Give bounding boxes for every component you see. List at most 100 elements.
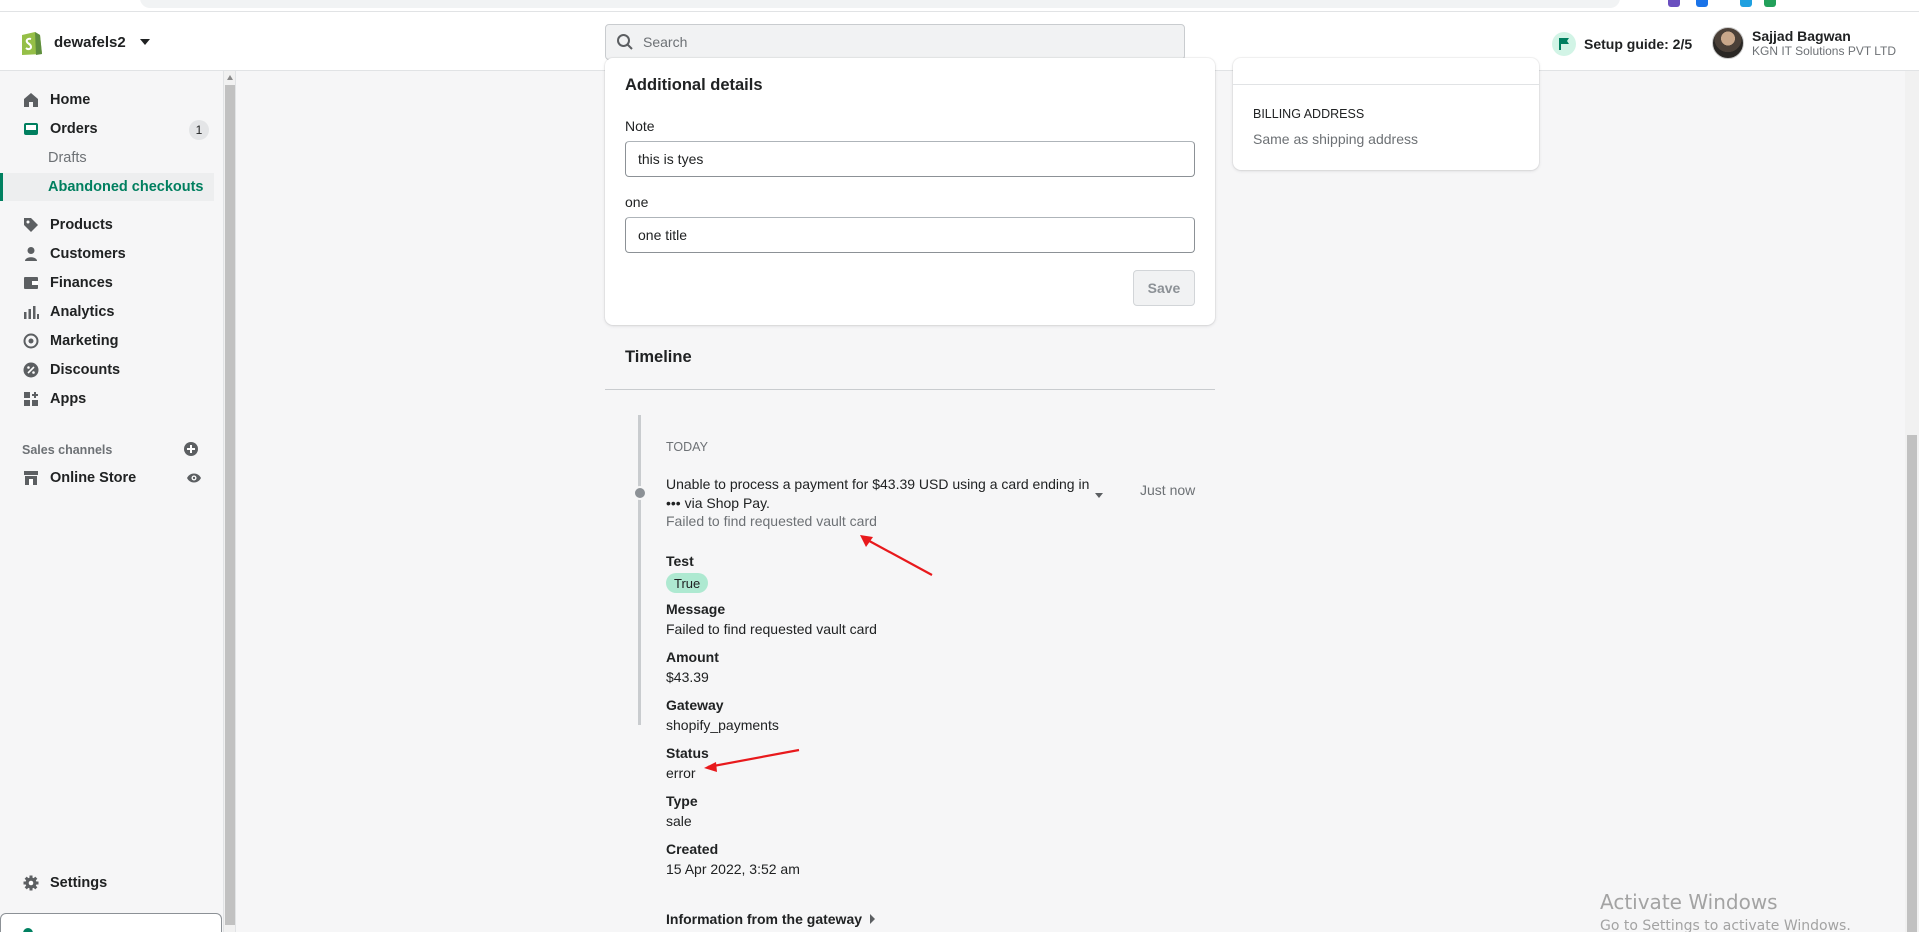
note-label: Note [625, 118, 655, 134]
sidebar-item-label: Finances [50, 275, 113, 291]
store-icon [22, 469, 40, 487]
setup-guide-button[interactable]: Setup guide: 2/5 [1552, 32, 1692, 56]
home-icon [22, 91, 40, 109]
extension-icon[interactable] [1740, 0, 1752, 7]
store-switcher[interactable]: dewafels2 [18, 30, 150, 55]
sales-channels-heading: Sales channels [22, 443, 113, 457]
chevron-down-icon [139, 39, 150, 45]
sidebar-item-products[interactable]: Products [0, 211, 214, 239]
sidebar-item-label: Drafts [48, 150, 87, 166]
tag-icon [22, 216, 40, 234]
amount-value: $43.39 [666, 669, 709, 685]
sidebar-item-analytics[interactable]: Analytics [0, 298, 214, 326]
setup-guide-label: Setup guide: 2/5 [1584, 36, 1693, 52]
event-time: Just now [1140, 482, 1196, 498]
sidebar-item-marketing[interactable]: Marketing [0, 327, 214, 355]
test-label: Test [666, 553, 694, 569]
status-label: Status [666, 745, 709, 761]
sidebar-bottom-card[interactable] [0, 913, 222, 932]
search-bar[interactable] [605, 24, 1185, 60]
scrollbar-thumb[interactable] [225, 85, 235, 925]
person-icon [22, 245, 40, 263]
eye-icon[interactable] [186, 471, 202, 485]
sidebar-item-drafts[interactable]: Drafts [0, 144, 214, 172]
browser-toolbar [0, 0, 1919, 12]
bar-chart-icon [22, 303, 40, 321]
event-failure-reason: Failed to find requested vault card [666, 513, 877, 529]
message-label: Message [666, 601, 726, 617]
add-sales-channel-icon[interactable] [184, 442, 198, 456]
billing-address-title: BILLING ADDRESS [1253, 107, 1365, 121]
timeline-date: TODAY [666, 440, 708, 454]
gateway-info-label: Information from the gateway [666, 911, 863, 927]
finances-icon [22, 274, 40, 292]
timeline-line [638, 415, 641, 725]
sidebar-item-label: Marketing [50, 333, 119, 349]
sidebar-item-label: Apps [50, 391, 87, 407]
scrollbar-thumb[interactable] [1907, 435, 1917, 932]
sidebar-item-home[interactable]: Home [0, 86, 214, 114]
sidebar-item-apps[interactable]: Apps [0, 385, 214, 413]
scroll-up-arrow-icon[interactable] [227, 75, 233, 80]
flag-icon [1552, 32, 1576, 56]
type-value: sale [666, 813, 692, 829]
one-label: one [625, 194, 649, 210]
search-icon [617, 34, 633, 50]
timeline-event-message: Unable to process a payment for $43.39 U… [666, 475, 1096, 513]
windows-activation-watermark: Activate Windows Go to Settings to activ… [1600, 890, 1851, 932]
one-field[interactable] [625, 217, 1195, 253]
sidebar-item-customers[interactable]: Customers [0, 240, 214, 268]
chevron-right-icon [870, 914, 876, 924]
avatar [1712, 27, 1744, 59]
gateway-info-toggle[interactable]: Information from the gateway [666, 911, 876, 927]
sidebar-scrollbar[interactable] [224, 71, 236, 932]
extension-icon[interactable] [1764, 0, 1776, 7]
timeline-event-dot [633, 486, 647, 500]
apps-icon [22, 390, 40, 408]
gateway-value: shopify_payments [666, 717, 779, 733]
test-badge: True [666, 573, 709, 593]
watermark-title: Activate Windows [1600, 890, 1778, 914]
save-button[interactable]: Save [1133, 270, 1195, 306]
timeline-divider [605, 389, 1215, 390]
additional-details-card: Additional details Note one Save [605, 58, 1215, 325]
billing-address-value: Same as shipping address [1253, 131, 1418, 147]
arrowhead-icon [860, 535, 873, 547]
user-name: Sajjad Bagwan [1752, 28, 1851, 44]
sidebar-item-label: Discounts [50, 362, 121, 378]
sidebar-item-finances[interactable]: Finances [0, 269, 214, 297]
sidebar-item-label: Settings [50, 875, 108, 891]
main-scrollbar[interactable] [1905, 71, 1919, 932]
sidebar-item-settings[interactable]: Settings [0, 869, 214, 897]
sidebar: Home Orders 1 Drafts Abandoned checkouts… [0, 71, 224, 932]
sidebar-item-online-store[interactable]: Online Store [0, 464, 214, 492]
sidebar-item-label: Customers [50, 246, 126, 262]
sidebar-item-label: Online Store [50, 470, 137, 486]
sidebar-item-label: Abandoned checkouts [48, 179, 204, 195]
sidebar-item-label: Orders [50, 121, 98, 137]
status-value: error [666, 765, 696, 781]
extension-icon[interactable] [1668, 0, 1680, 7]
expand-event-toggle[interactable] [1093, 490, 1105, 500]
event-message-line: Unable to process a payment for $43.39 U… [666, 476, 1090, 492]
watermark-subtitle: Go to Settings to activate Windows. [1600, 918, 1851, 932]
user-menu[interactable]: Sajjad Bagwan KGN IT Solutions PVT LTD [1712, 26, 1896, 60]
store-name: dewafels2 [54, 33, 126, 51]
sidebar-item-orders[interactable]: Orders 1 [0, 115, 214, 143]
created-value: 15 Apr 2022, 3:52 am [666, 861, 800, 877]
orders-count-badge: 1 [189, 120, 209, 140]
search-input[interactable] [643, 34, 1163, 50]
extension-icon[interactable] [1696, 0, 1708, 7]
address-bar[interactable] [140, 0, 1620, 8]
shopify-logo-icon [22, 32, 42, 55]
event-message-line: ••• via Shop Pay. [666, 495, 770, 511]
arrow-to-status-value [707, 748, 800, 769]
card-title: Additional details [625, 76, 763, 94]
gateway-label: Gateway [666, 697, 724, 713]
sidebar-item-abandoned-checkouts[interactable]: Abandoned checkouts [0, 173, 214, 201]
arrow-to-failure-reason [861, 536, 933, 576]
timeline-title: Timeline [625, 348, 692, 366]
note-field[interactable] [625, 141, 1195, 177]
type-label: Type [666, 793, 698, 809]
sidebar-item-discounts[interactable]: Discounts [0, 356, 214, 384]
